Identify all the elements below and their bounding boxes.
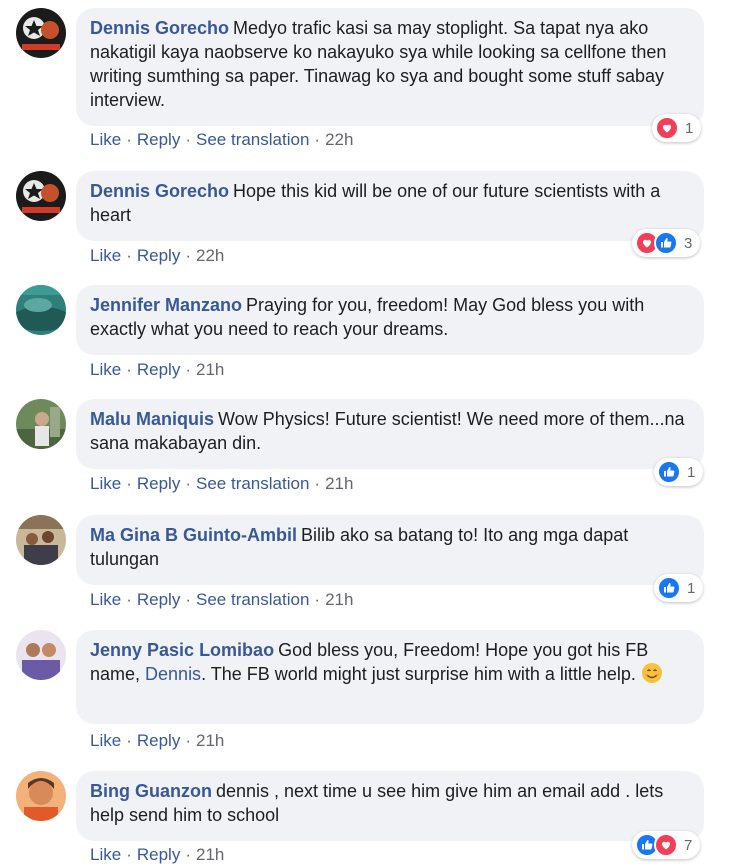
author-name[interactable]: Jenny Pasic Lomibao xyxy=(90,640,274,660)
comment-bubble: Jennifer Manzano Praying for you, freedom… xyxy=(76,285,704,355)
separator: · xyxy=(126,590,132,609)
separator: · xyxy=(185,474,191,493)
separator: · xyxy=(314,474,321,493)
timestamp[interactable]: 21h xyxy=(196,731,224,750)
separator: · xyxy=(126,246,132,265)
avatar[interactable] xyxy=(16,171,66,221)
timestamp[interactable]: 21h xyxy=(325,474,353,493)
separator: · xyxy=(126,845,132,864)
separator: · xyxy=(185,845,191,864)
smiling-face-emoji xyxy=(641,662,663,684)
like-link[interactable]: Like xyxy=(90,590,121,609)
comment-bubble: Dennis Gorecho Medyo trafic kasi sa may s… xyxy=(76,8,704,126)
avatar[interactable] xyxy=(16,399,66,449)
like-link[interactable]: Like xyxy=(90,130,121,149)
separator: · xyxy=(185,360,191,379)
thumbs-up-icon xyxy=(654,231,678,255)
reply-link[interactable]: Reply xyxy=(137,845,180,864)
like-link[interactable]: Like xyxy=(90,474,121,493)
author-name[interactable]: Jennifer Manzano xyxy=(90,295,242,315)
timestamp[interactable]: 21h xyxy=(196,360,224,379)
reply-link[interactable]: Reply xyxy=(137,246,180,265)
like-link[interactable]: Like xyxy=(90,360,121,379)
like-link[interactable]: Like xyxy=(90,845,121,864)
author-name[interactable]: Dennis Gorecho xyxy=(90,18,229,38)
author-name[interactable]: Ma Gina B Guinto-Ambil xyxy=(90,525,297,545)
author-name[interactable]: Dennis Gorecho xyxy=(90,181,229,201)
heart-icon xyxy=(654,833,678,857)
avatar[interactable] xyxy=(16,630,66,680)
reply-link[interactable]: Reply xyxy=(137,130,180,149)
avatar[interactable] xyxy=(16,285,66,335)
reaction-summary[interactable]: 7 xyxy=(632,831,701,859)
reaction-count: 1 xyxy=(687,463,696,481)
see-translation-link[interactable]: See translation xyxy=(196,590,309,609)
separator: · xyxy=(126,731,132,750)
like-link[interactable]: Like xyxy=(90,246,121,265)
reaction-count: 1 xyxy=(685,119,694,137)
comment-actions: Like · Reply · See translation · 21h xyxy=(90,474,353,494)
timestamp[interactable]: 21h xyxy=(196,845,224,864)
reaction-count: 1 xyxy=(687,579,696,597)
separator: · xyxy=(185,590,191,609)
timestamp[interactable]: 22h xyxy=(196,246,224,265)
like-link[interactable]: Like xyxy=(90,731,121,750)
reaction-summary[interactable]: 3 xyxy=(632,229,701,257)
comment-text: . The FB world might just surprise him w… xyxy=(201,664,636,684)
author-name[interactable]: Malu Maniquis xyxy=(90,409,214,429)
separator: · xyxy=(185,246,191,265)
author-name[interactable]: Bing Guanzon xyxy=(90,781,212,801)
see-translation-link[interactable]: See translation xyxy=(196,130,309,149)
timestamp[interactable]: 22h xyxy=(325,130,353,149)
avatar[interactable] xyxy=(16,515,66,565)
reply-link[interactable]: Reply xyxy=(137,731,180,750)
reply-link[interactable]: Reply xyxy=(137,474,180,493)
mention-link[interactable]: Dennis xyxy=(145,664,201,684)
separator: · xyxy=(185,731,191,750)
separator: · xyxy=(314,590,321,609)
see-translation-link[interactable]: See translation xyxy=(196,474,309,493)
thumbs-up-icon xyxy=(657,576,681,600)
reaction-count: 3 xyxy=(684,234,693,252)
comment-actions: Like · Reply · 21h xyxy=(90,731,224,751)
reply-link[interactable]: Reply xyxy=(137,590,180,609)
comment-actions: Like · Reply · See translation · 21h xyxy=(90,590,353,610)
reply-link[interactable]: Reply xyxy=(137,360,180,379)
comment-actions: Like · Reply · 21h xyxy=(90,360,224,380)
comment-actions: Like · Reply · 22h xyxy=(90,246,224,266)
thumbs-up-icon xyxy=(657,460,681,484)
separator: · xyxy=(126,474,132,493)
reaction-count: 7 xyxy=(684,836,693,854)
separator: · xyxy=(126,360,132,379)
separator: · xyxy=(185,130,191,149)
comment-bubble: Ma Gina B Guinto-Ambil Bilib ako sa batan… xyxy=(76,515,704,585)
comment-bubble: Bing Guanzon dennis , next time u see him… xyxy=(76,771,704,841)
comment-bubble: Malu Maniquis Wow Physics! Future scienti… xyxy=(76,399,704,469)
comment-bubble: Jenny Pasic Lomibao God bless you, Freedo… xyxy=(76,630,704,724)
reaction-summary[interactable]: 1 xyxy=(652,114,702,142)
timestamp[interactable]: 21h xyxy=(325,590,353,609)
separator: · xyxy=(126,130,132,149)
separator: · xyxy=(314,130,321,149)
reaction-summary[interactable]: 1 xyxy=(654,458,704,486)
comment-actions: Like · Reply · 21h xyxy=(90,845,224,865)
comment-bubble: Dennis Gorecho Hope this kid will be one … xyxy=(76,171,704,241)
avatar[interactable] xyxy=(16,771,66,821)
heart-icon xyxy=(655,116,679,140)
reaction-summary[interactable]: 1 xyxy=(654,574,704,602)
comment-actions: Like · Reply · See translation · 22h xyxy=(90,130,353,150)
avatar[interactable] xyxy=(16,8,66,58)
